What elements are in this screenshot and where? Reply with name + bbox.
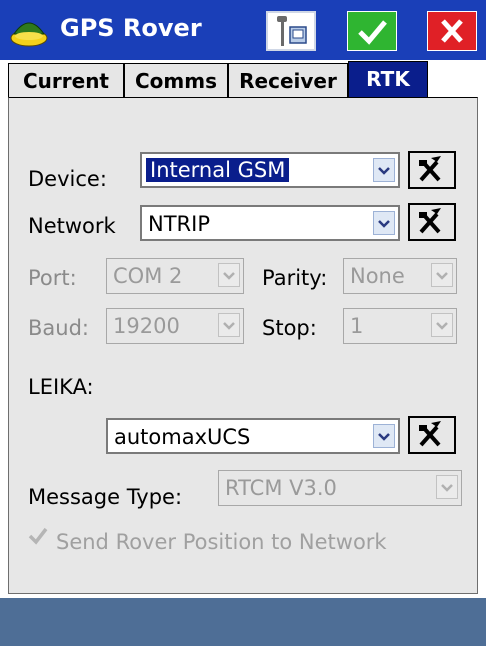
- port-value: COM 2: [113, 264, 183, 288]
- gps-rover-app-icon: [10, 22, 48, 47]
- parity-select[interactable]: None: [343, 258, 457, 294]
- window-title: GPS Rover: [60, 14, 202, 42]
- chevron-down-icon[interactable]: [373, 158, 395, 182]
- baud-select[interactable]: 19200: [106, 308, 244, 344]
- tab-comms[interactable]: Comms: [124, 63, 228, 97]
- baud-label: Baud:: [28, 316, 89, 340]
- mount-config-button[interactable]: [408, 416, 456, 454]
- chevron-down-icon[interactable]: [373, 211, 395, 235]
- tab-strip: Current Comms Receiver RTK: [6, 61, 480, 97]
- tab-rtk[interactable]: RTK: [348, 61, 428, 97]
- ok-button[interactable]: [347, 11, 397, 51]
- bottom-bar: [0, 598, 486, 646]
- send-position-checkbox[interactable]: [28, 526, 48, 546]
- rover-pole-icon: [277, 16, 307, 46]
- leika-label: LEIKA:: [28, 375, 94, 399]
- baud-value: 19200: [113, 314, 180, 338]
- mount-value: automaxUCS: [114, 425, 251, 449]
- device-label: Device:: [28, 167, 107, 191]
- chevron-down-icon[interactable]: [218, 263, 240, 287]
- chevron-down-icon[interactable]: [373, 424, 395, 448]
- tab-receiver[interactable]: Receiver: [228, 63, 348, 97]
- device-config-button[interactable]: [408, 151, 456, 189]
- mount-select[interactable]: automaxUCS: [106, 418, 400, 454]
- message-type-value: RTCM V3.0: [225, 476, 337, 500]
- device-select[interactable]: Internal GSM: [140, 152, 400, 188]
- network-value: NTRIP: [148, 212, 210, 236]
- network-select[interactable]: NTRIP: [140, 205, 400, 241]
- parity-label: Parity:: [262, 266, 328, 290]
- stop-label: Stop:: [262, 316, 317, 340]
- send-position-label: Send Rover Position to Network: [56, 530, 387, 554]
- close-icon: [441, 19, 463, 43]
- close-button[interactable]: [427, 11, 477, 51]
- chevron-down-icon[interactable]: [218, 313, 240, 337]
- device-value: Internal GSM: [146, 158, 290, 182]
- message-type-select[interactable]: RTCM V3.0: [218, 470, 462, 506]
- rover-settings-button[interactable]: [266, 11, 316, 51]
- chevron-down-icon[interactable]: [431, 263, 453, 287]
- chevron-down-icon[interactable]: [436, 475, 458, 499]
- tools-icon: [419, 421, 441, 447]
- stop-value: 1: [350, 314, 364, 338]
- check-icon: [358, 20, 387, 45]
- chevron-down-icon[interactable]: [431, 313, 453, 337]
- port-label: Port:: [28, 266, 77, 290]
- network-label: Network: [28, 214, 116, 238]
- tools-icon: [419, 208, 441, 234]
- parity-value: None: [350, 264, 405, 288]
- title-bar: GPS Rover: [0, 0, 486, 60]
- stop-select[interactable]: 1: [343, 308, 457, 344]
- network-config-button[interactable]: [408, 203, 456, 241]
- tab-current[interactable]: Current: [8, 63, 124, 97]
- tools-icon: [419, 156, 441, 182]
- port-select[interactable]: COM 2: [106, 258, 244, 294]
- message-type-label: Message Type:: [28, 485, 183, 509]
